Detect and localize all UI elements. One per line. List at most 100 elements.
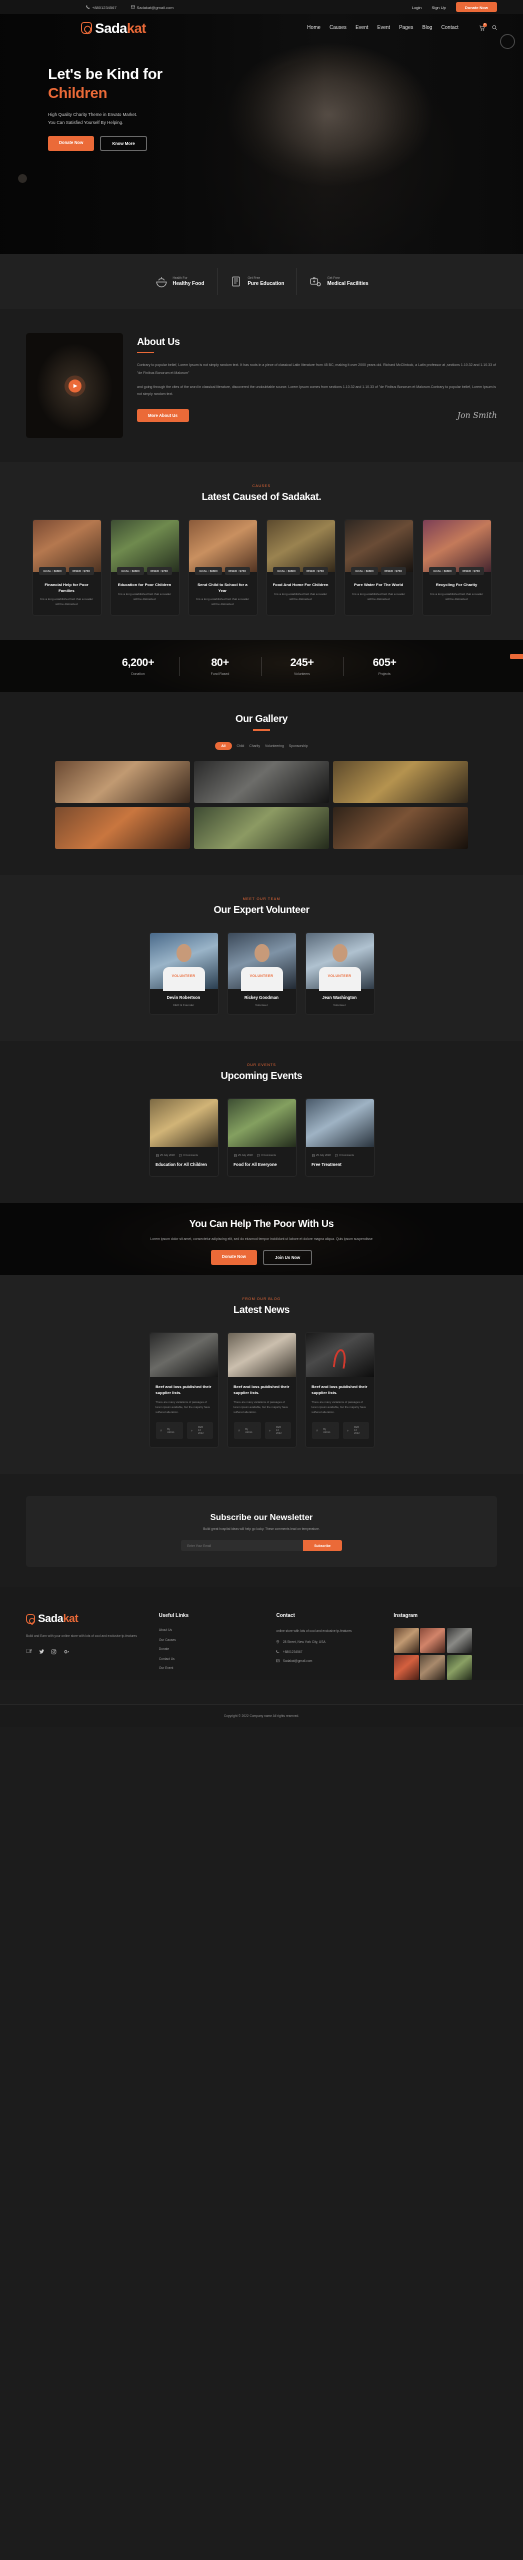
footer-contact-text: online store with lots of cool and exclu…: [276, 1629, 352, 1634]
volunteer-role: CEO & Founder: [172, 1002, 195, 1007]
volunteers-title: Our Expert Volunteer: [213, 904, 310, 916]
volunteer-card[interactable]: VOLUNTEER Jean Washington Volunteer: [304, 931, 375, 1015]
news-date: FEB 13 2022: [187, 1422, 214, 1440]
instagram-thumb[interactable]: [420, 1654, 446, 1680]
cta-join-button[interactable]: Join Us Now: [263, 1250, 313, 1266]
gallery-filter-all[interactable]: All: [215, 741, 232, 750]
newsletter-box: Subscribe our Newsletter Build great hos…: [26, 1496, 497, 1568]
footer-link-our-causes[interactable]: Our Causes: [159, 1638, 262, 1642]
causes-kicker: CAUSES: [252, 484, 271, 488]
login-link[interactable]: Login: [412, 5, 422, 10]
topbar-phone[interactable]: +8801234567: [86, 5, 117, 10]
news-card[interactable]: Beef and loss published their supplier l…: [148, 1331, 219, 1449]
gallery-item[interactable]: [333, 806, 468, 849]
causes-section: CAUSES Latest Caused of Sadakat. GOAL : …: [0, 462, 523, 641]
topbar-email[interactable]: Sadakat@gmail.com: [130, 5, 174, 10]
gallery-filters: All Child Charity Volunteering Sponsorsh…: [0, 741, 523, 750]
cart-button[interactable]: 0: [479, 22, 487, 31]
hero-circle-button[interactable]: [500, 34, 515, 49]
gallery-item[interactable]: [194, 806, 329, 849]
nav-item-contact[interactable]: Contact: [441, 25, 458, 31]
cause-card[interactable]: GOAL : $9860 RISED : $768 Education for P…: [109, 519, 180, 617]
gallery-filter-sponsorship[interactable]: Sponsorship: [289, 744, 308, 748]
cause-card[interactable]: GOAL : $9860 RISED : $768 Food And Home F…: [265, 519, 336, 617]
footer-link-donate[interactable]: Donate: [159, 1647, 262, 1651]
search-icon[interactable]: [491, 25, 498, 31]
logo-text-2: kat: [126, 20, 146, 36]
event-comments: 0 Comments: [256, 1154, 276, 1157]
gallery-item[interactable]: [194, 760, 329, 803]
cause-card[interactable]: GOAL : $9860 RISED : $768 Recycling For C…: [421, 519, 492, 617]
footer-link-about-us[interactable]: About Us: [159, 1628, 262, 1632]
instagram-thumb[interactable]: [446, 1628, 472, 1654]
cta-donate-button[interactable]: Donate Now: [210, 1250, 258, 1266]
event-title: Free Treatment: [311, 1161, 342, 1167]
about-video-thumbnail[interactable]: [26, 333, 123, 438]
cause-image: [32, 520, 101, 572]
nav-item-event-2[interactable]: Event: [377, 25, 390, 31]
counter-item: 245+ Volunteers: [262, 656, 344, 676]
event-card[interactable]: 25 July 2018 0 Comments Food for All Eve…: [226, 1097, 297, 1177]
hero-know-more-button[interactable]: Know More: [100, 136, 147, 152]
news-header: From Our Blog Latest News: [0, 1275, 523, 1316]
footer-link-our-event[interactable]: Our Event: [159, 1666, 262, 1670]
footer-social-links: f: [26, 1649, 145, 1655]
volunteer-card[interactable]: VOLUNTEER Rickey Goodman Volunteer: [226, 931, 297, 1015]
instagram-icon[interactable]: [51, 1649, 57, 1655]
donate-now-button-top[interactable]: Donate Now: [455, 2, 497, 12]
nav-item-event[interactable]: Event: [355, 25, 368, 31]
hero-donate-button[interactable]: Donate Now: [48, 136, 95, 152]
news-desc: There are many variations of passages of…: [233, 1400, 289, 1415]
site-footer: Sadakat Build and Earn with your online …: [0, 1587, 523, 1680]
footer-link-contact-us[interactable]: Contact Us: [159, 1657, 262, 1661]
nav-item-causes[interactable]: Causes: [330, 25, 347, 31]
events-kicker: Our Events: [246, 1062, 277, 1067]
gallery-filter-charity[interactable]: Charity: [249, 744, 260, 748]
volunteer-card[interactable]: VOLUNTEER Devin Robertson CEO & Founder: [148, 931, 219, 1015]
event-card[interactable]: 25 July 2018 0 Comments Education for Al…: [148, 1097, 219, 1177]
about-paragraph-1: Contrary to popular belief, Lorem Ipsum …: [137, 363, 496, 375]
service-card-medical-facilities[interactable]: Get Free Medical Facilities: [297, 268, 380, 295]
gallery-header: Our Gallery: [0, 692, 523, 731]
volunteer-photo: VOLUNTEER: [149, 932, 218, 989]
service-card-pure-education[interactable]: Get Free Pure Education: [218, 268, 298, 295]
nav-item-home[interactable]: Home: [307, 25, 320, 31]
instagram-thumb[interactable]: [446, 1654, 472, 1680]
service-title: Medical Facilities: [327, 281, 369, 288]
cause-card[interactable]: GOAL : $9860 RISED : $768 Financial Help …: [31, 519, 102, 617]
service-card-healthy-food[interactable]: Health For Healthy Food: [143, 268, 218, 295]
side-purchase-tab[interactable]: [510, 654, 523, 660]
about-more-button[interactable]: More About Us: [137, 408, 189, 422]
site-logo[interactable]: Sadakat: [81, 20, 146, 36]
cause-card[interactable]: GOAL : $9860 RISED : $768 Pure Water For …: [343, 519, 414, 617]
gallery-filter-child[interactable]: Child: [237, 744, 245, 748]
footer-email[interactable]: Sadakat@gmail.com: [276, 1659, 379, 1663]
instagram-thumb[interactable]: [393, 1654, 419, 1680]
about-title-rule: [137, 352, 154, 354]
twitter-icon[interactable]: [38, 1649, 45, 1655]
news-card[interactable]: Beef and loss published their supplier l…: [226, 1331, 297, 1449]
gallery-item[interactable]: [55, 760, 190, 803]
footer-logo[interactable]: Sadakat: [26, 1613, 145, 1625]
gallery-item[interactable]: [55, 806, 190, 849]
footer-phone[interactable]: +8801234567: [276, 1650, 379, 1654]
event-card[interactable]: 25 July 2018 0 Comments Free Treatment: [304, 1097, 375, 1177]
nav-item-pages[interactable]: Pages: [399, 25, 413, 31]
gallery-filter-volunteering[interactable]: Volunteering: [265, 744, 284, 748]
counter-label: Fund Rased: [210, 671, 230, 676]
news-card[interactable]: Beef and loss published their supplier l…: [304, 1331, 375, 1449]
gallery-section: Our Gallery All Child Charity Volunteeri…: [0, 692, 523, 875]
hero-content: Let's be Kind for Children High Quality …: [0, 36, 523, 152]
instagram-thumb[interactable]: [420, 1628, 446, 1654]
gallery-item[interactable]: [333, 760, 468, 803]
cause-card[interactable]: GOAL : $9860 RISED : $768 Send Child to S…: [187, 519, 258, 617]
instagram-thumb[interactable]: [393, 1628, 419, 1654]
nav-item-blog[interactable]: Blog: [422, 25, 432, 31]
about-title: About Us: [137, 337, 180, 348]
google-plus-icon[interactable]: [64, 1649, 70, 1655]
newsletter-subscribe-button[interactable]: Subscribe: [303, 1540, 342, 1552]
signup-link[interactable]: Sign Up: [432, 5, 446, 10]
newsletter-email-input[interactable]: [181, 1540, 304, 1552]
cause-title: Send Child to School for a Year: [197, 582, 248, 593]
facebook-icon[interactable]: f: [26, 1649, 32, 1655]
